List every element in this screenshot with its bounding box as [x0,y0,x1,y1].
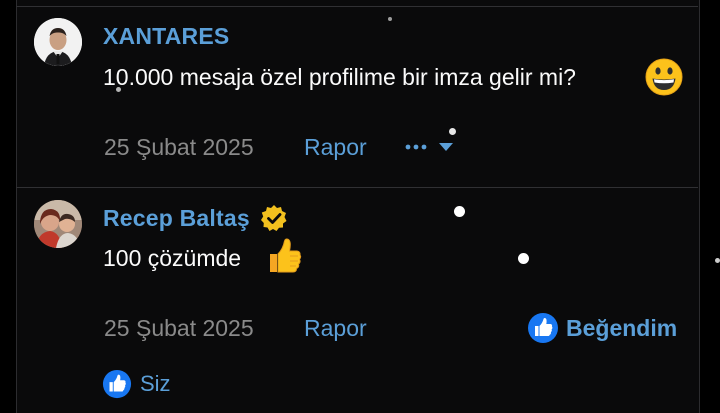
post-date[interactable]: 25 Şubat 2025 [104,315,254,342]
username[interactable]: XANTARES [103,23,229,50]
snow-particle [454,206,465,217]
post-date[interactable]: 25 Şubat 2025 [104,134,254,161]
reaction-user-label: Siz [140,371,171,396]
snow-particle [518,253,529,264]
post-divider [16,187,698,188]
report-link[interactable]: Rapor [304,315,367,342]
snow-particle [715,258,720,263]
grinning-face-icon [645,58,683,96]
snow-particle [449,128,456,135]
username[interactable]: Recep Baltaş [103,205,250,232]
thumbs-up-icon [266,237,302,275]
like-icon [527,312,559,344]
like-icon [102,369,132,399]
more-options-button[interactable] [404,135,458,159]
like-label: Beğendim [566,315,678,341]
message-text: 10.000 mesaja özel profilime bir imza ge… [103,64,576,90]
avatar[interactable] [34,18,82,66]
divider-top [16,6,698,7]
snow-particle [388,17,392,21]
verified-badge-icon [260,204,288,232]
avatar[interactable] [34,200,82,248]
report-link[interactable]: Rapor [304,134,367,161]
message-text: 100 çözümde [103,245,242,271]
